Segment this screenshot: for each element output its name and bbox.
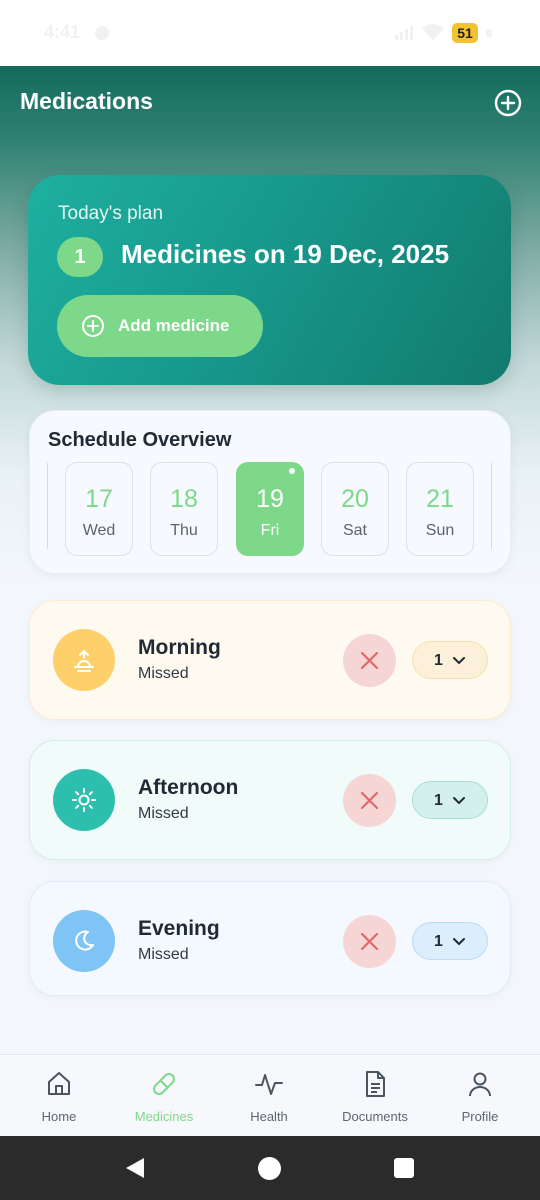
schedule-title: Schedule Overview [48, 429, 232, 451]
moon-icon [53, 910, 115, 972]
day-number: 17 [85, 485, 113, 513]
day-name: Sat [342, 522, 367, 539]
nav-label: Home [41, 1109, 77, 1124]
close-icon [360, 651, 379, 670]
plan-summary: Medicines on 19 Dec, 2025 [121, 239, 450, 269]
plan-label: Today's plan [58, 203, 164, 224]
battery-tip [486, 29, 492, 37]
slot-name: Morning [138, 636, 221, 659]
system-navigation-bar [0, 1136, 540, 1200]
activity-icon [255, 1074, 283, 1095]
day-thu[interactable]: 18 Thu [150, 462, 218, 556]
nav-label: Documents [342, 1109, 408, 1124]
notification-dot-icon [95, 26, 109, 40]
slot-morning[interactable]: Morning Missed 1 [29, 600, 511, 720]
sun-icon [53, 769, 115, 831]
day-wed[interactable]: 17 Wed [65, 462, 133, 556]
day-strip-right-edge [491, 463, 492, 549]
missed-x-button[interactable] [343, 774, 396, 827]
dose-count: 1 [434, 652, 443, 669]
slot-status: Missed [138, 946, 189, 963]
battery-badge: 51 [452, 23, 478, 43]
day-fri-selected[interactable]: 19 Fri [236, 462, 304, 556]
close-icon [360, 791, 379, 810]
dose-dropdown[interactable]: 1 [412, 781, 488, 819]
add-medicine-label: Add medicine [118, 316, 230, 335]
slot-status: Missed [138, 665, 189, 682]
slot-evening[interactable]: Evening Missed 1 [29, 881, 511, 996]
close-icon [360, 932, 379, 951]
pill-icon [153, 1073, 175, 1095]
back-icon[interactable] [124, 1157, 146, 1179]
plus-circle-icon [82, 315, 104, 337]
dose-count: 1 [434, 933, 443, 950]
nav-documents[interactable]: Documents [325, 1069, 425, 1124]
sunrise-icon [53, 629, 115, 691]
status-bar: 4:41 51 [0, 0, 540, 66]
add-circle-icon[interactable] [494, 89, 522, 117]
nav-label: Medicines [134, 1109, 194, 1124]
day-sat[interactable]: 20 Sat [321, 462, 389, 556]
chevron-down-icon [453, 797, 465, 805]
dose-dropdown[interactable]: 1 [412, 641, 488, 679]
missed-x-button[interactable] [343, 634, 396, 687]
nav-profile[interactable]: Profile [430, 1069, 530, 1124]
nav-medicines[interactable]: Medicines [114, 1069, 214, 1124]
day-strip-left-edge [47, 463, 48, 549]
dose-dropdown[interactable]: 1 [412, 922, 488, 960]
slot-status: Missed [138, 805, 189, 822]
chevron-down-icon [453, 657, 465, 665]
add-medicine-button[interactable]: Add medicine [57, 295, 263, 357]
day-name: Thu [170, 522, 198, 539]
day-sun[interactable]: 21 Sun [406, 462, 474, 556]
day-name: Wed [82, 522, 116, 539]
slot-name: Afternoon [138, 776, 239, 799]
status-time: 4:41 [44, 22, 81, 42]
day-name: Fri [260, 522, 280, 539]
user-icon [469, 1072, 491, 1097]
dose-count: 1 [434, 792, 443, 809]
nav-health[interactable]: Health [219, 1069, 319, 1124]
nav-label: Health [250, 1109, 288, 1124]
schedule-overview-card: Schedule Overview 17 Wed 18 Thu 19 Fri 2… [29, 410, 511, 574]
bottom-navigation: Home Medicines Health Documents Profile [0, 1054, 540, 1136]
recents-icon[interactable] [394, 1158, 414, 1178]
nav-home[interactable]: Home [9, 1069, 109, 1124]
page-title: Medications [20, 88, 153, 114]
day-name: Sun [425, 522, 455, 539]
home-circle-icon[interactable] [258, 1157, 281, 1180]
document-icon [366, 1071, 385, 1097]
chevron-down-icon [453, 938, 465, 946]
today-dot-icon [289, 468, 295, 474]
slot-name: Evening [138, 917, 220, 940]
missed-x-button[interactable] [343, 915, 396, 968]
day-number: 18 [170, 485, 198, 513]
day-number: 20 [341, 485, 369, 513]
medicine-count-badge: 1 [57, 237, 103, 277]
home-icon [48, 1072, 70, 1095]
day-number: 21 [426, 485, 454, 513]
nav-label: Profile [461, 1109, 499, 1124]
signal-icon [395, 26, 413, 40]
wifi-icon [422, 24, 444, 40]
todays-plan-card: Today's plan 1 Medicines on 19 Dec, 2025… [28, 175, 511, 385]
day-number: 19 [256, 485, 284, 513]
slot-afternoon[interactable]: Afternoon Missed 1 [29, 740, 511, 860]
